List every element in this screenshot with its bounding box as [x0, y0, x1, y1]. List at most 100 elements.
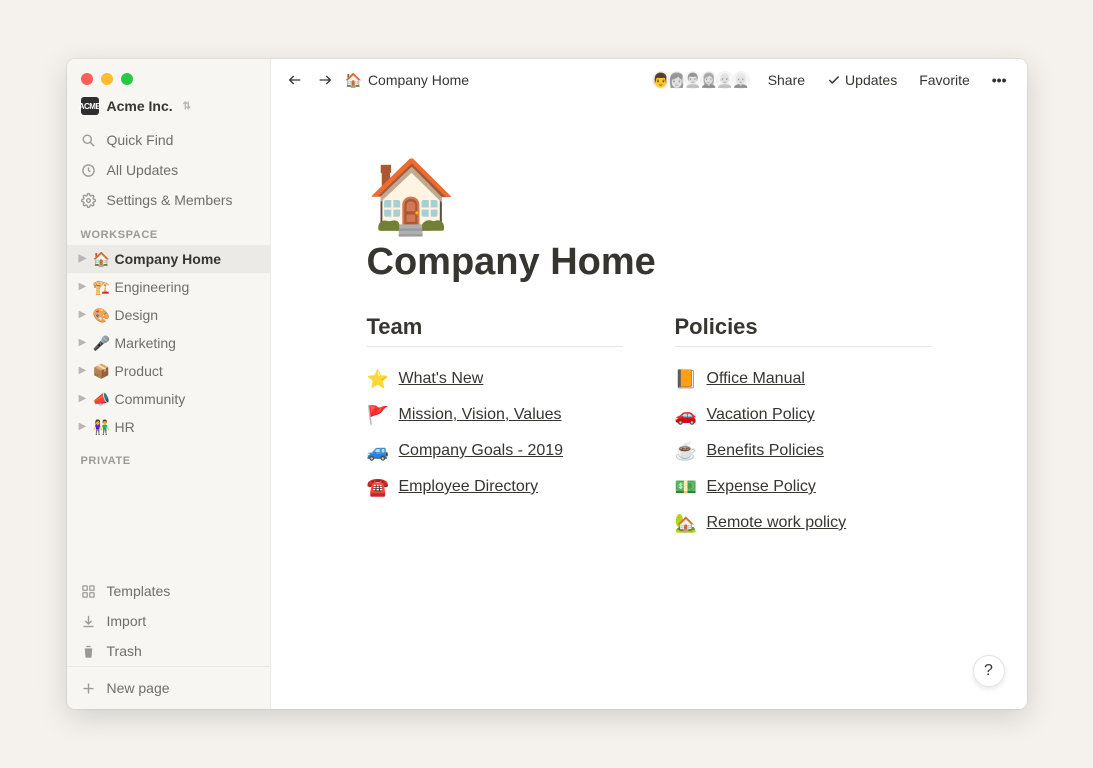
page-link[interactable]: ⭐ What's New — [367, 361, 623, 397]
quick-find-button[interactable]: Quick Find — [67, 125, 270, 155]
all-updates-label: All Updates — [107, 159, 179, 181]
collaborator-avatars[interactable]: 👨👩👨‍🦱👩‍🦰👨‍🦲👩‍🦳 — [650, 69, 752, 91]
caret-right-icon[interactable]: ▶ — [77, 416, 89, 438]
breadcrumb-label: Company Home — [368, 72, 469, 88]
page-emoji-icon: 🏠 — [93, 248, 111, 270]
page-link-label: Company Goals - 2019 — [399, 437, 564, 465]
sidebar-page-company-home[interactable]: ▶🏠Company Home — [67, 245, 270, 273]
page-link[interactable]: 🏡 Remote work policy — [675, 505, 931, 541]
sidebar-page-engineering[interactable]: ▶🏗️Engineering — [67, 273, 270, 301]
more-menu-button[interactable]: ••• — [986, 70, 1013, 90]
updates-label: Updates — [845, 72, 897, 88]
page-link[interactable]: 📙Office Manual — [675, 361, 931, 397]
close-window-button[interactable] — [81, 73, 93, 85]
templates-icon — [81, 584, 97, 599]
topbar: 🏠 Company Home 👨👩👨‍🦱👩‍🦰👨‍🦲👩‍🦳 Share Upda… — [271, 59, 1027, 101]
page-link-label: Vacation Policy — [707, 401, 815, 429]
main-panel: 🏠 Company Home 👨👩👨‍🦱👩‍🦰👨‍🦲👩‍🦳 Share Upda… — [271, 59, 1027, 709]
workspace-section-label: WORKSPACE — [67, 215, 270, 245]
page-emoji[interactable]: 🏠 — [367, 161, 931, 233]
favorite-button[interactable]: Favorite — [913, 70, 976, 90]
link-emoji-icon: ⭐ — [367, 365, 389, 393]
page-content: 🏠 Company Home Team ⭐ What's New 🚩 Mission, … — [271, 101, 1027, 709]
page-link-label: What's New — [399, 365, 484, 393]
page-link-label: Mission, Vision, Values — [399, 401, 562, 429]
page-link[interactable]: 🚙 Company Goals - 2019 — [367, 433, 623, 469]
column-heading[interactable]: Team — [367, 314, 623, 347]
page-emoji-icon: 📣 — [93, 388, 111, 410]
workspace-name: Acme Inc. — [107, 98, 173, 114]
up-down-chevron-icon: ⇅ — [183, 101, 191, 112]
page-link[interactable]: 🚗 Vacation Policy — [675, 397, 931, 433]
content-column: Team ⭐ What's New 🚩 Mission, Vision, Values 🚙… — [367, 314, 623, 541]
page-link-label: Expense Policy — [707, 473, 816, 501]
sidebar-page-product[interactable]: ▶📦Product — [67, 357, 270, 385]
caret-right-icon[interactable]: ▶ — [77, 276, 89, 298]
page-link[interactable]: ☎️ Employee Directory — [367, 469, 623, 505]
link-emoji-icon: ☎️ — [367, 473, 389, 501]
caret-right-icon[interactable]: ▶ — [77, 360, 89, 382]
caret-right-icon[interactable]: ▶ — [77, 304, 89, 326]
page-emoji-icon: 📦 — [93, 360, 111, 382]
breadcrumb-emoji: 🏠 — [345, 72, 362, 89]
page-emoji-icon: 🎨 — [93, 304, 111, 326]
page-link-label: Employee Directory — [399, 473, 539, 501]
page-link[interactable]: ☕ Benefits Policies — [675, 433, 931, 469]
link-emoji-icon: ☕ — [675, 437, 697, 465]
sidebar-page-label: Company Home — [115, 248, 222, 270]
link-emoji-icon: 🚗 — [675, 401, 697, 429]
quick-find-label: Quick Find — [107, 129, 174, 151]
trash-icon — [81, 644, 97, 659]
page-link-label: Benefits Policies — [707, 437, 824, 465]
caret-right-icon[interactable]: ▶ — [77, 248, 89, 270]
updates-button[interactable]: Updates — [821, 70, 903, 90]
new-page-button[interactable]: New page — [67, 667, 270, 709]
content-column: Policies 📙Office Manual 🚗 Vacation Policy ☕ B… — [675, 314, 931, 541]
import-button[interactable]: Import — [67, 606, 270, 636]
page-link[interactable]: 💵 Expense Policy — [675, 469, 931, 505]
plus-icon — [81, 681, 97, 696]
templates-label: Templates — [107, 580, 171, 602]
sidebar-page-label: Product — [115, 360, 163, 382]
breadcrumb[interactable]: 🏠 Company Home — [345, 72, 470, 89]
trash-label: Trash — [107, 640, 142, 662]
minimize-window-button[interactable] — [101, 73, 113, 85]
templates-button[interactable]: Templates — [67, 576, 270, 606]
column-heading[interactable]: Policies — [675, 314, 931, 347]
page-title[interactable]: Company Home — [367, 241, 931, 284]
page-emoji-icon: 🎤 — [93, 332, 111, 354]
sidebar: ACME Acme Inc. ⇅ Quick Find All Updates … — [67, 59, 271, 709]
link-emoji-icon: 💵 — [675, 473, 697, 501]
page-link-label: Remote work policy — [707, 509, 847, 537]
sidebar-pages-list: ▶🏠Company Home▶🏗️Engineering▶🎨Design▶🎤Ma… — [67, 245, 270, 441]
new-page-label: New page — [107, 677, 170, 699]
nav-forward-button[interactable] — [315, 70, 335, 90]
maximize-window-button[interactable] — [121, 73, 133, 85]
sidebar-page-label: Design — [115, 304, 159, 326]
help-button[interactable]: ? — [973, 655, 1005, 687]
settings-label: Settings & Members — [107, 189, 233, 211]
caret-right-icon[interactable]: ▶ — [77, 332, 89, 354]
settings-members-button[interactable]: Settings & Members — [67, 185, 270, 215]
private-section-label: PRIVATE — [67, 441, 270, 471]
nav-back-button[interactable] — [285, 70, 305, 90]
all-updates-button[interactable]: All Updates — [67, 155, 270, 185]
gear-icon — [81, 193, 97, 208]
link-emoji-icon: 🚩 — [367, 401, 389, 429]
trash-button[interactable]: Trash — [67, 636, 270, 666]
share-button[interactable]: Share — [762, 70, 811, 90]
sidebar-page-design[interactable]: ▶🎨Design — [67, 301, 270, 329]
link-emoji-icon: 📙 — [675, 365, 697, 393]
caret-right-icon[interactable]: ▶ — [77, 388, 89, 410]
sidebar-page-hr[interactable]: ▶👫HR — [67, 413, 270, 441]
workspace-switcher[interactable]: ACME Acme Inc. ⇅ — [67, 93, 270, 125]
content-columns: Team ⭐ What's New 🚩 Mission, Vision, Values 🚙… — [367, 314, 931, 541]
page-link[interactable]: 🚩 Mission, Vision, Values — [367, 397, 623, 433]
page-emoji-icon: 🏗️ — [93, 276, 111, 298]
avatar[interactable]: 👩‍🦳 — [730, 69, 752, 91]
sidebar-page-marketing[interactable]: ▶🎤Marketing — [67, 329, 270, 357]
link-emoji-icon: 🚙 — [367, 437, 389, 465]
sidebar-page-community[interactable]: ▶📣Community — [67, 385, 270, 413]
workspace-logo: ACME — [81, 97, 99, 115]
link-emoji-icon: 🏡 — [675, 509, 697, 537]
